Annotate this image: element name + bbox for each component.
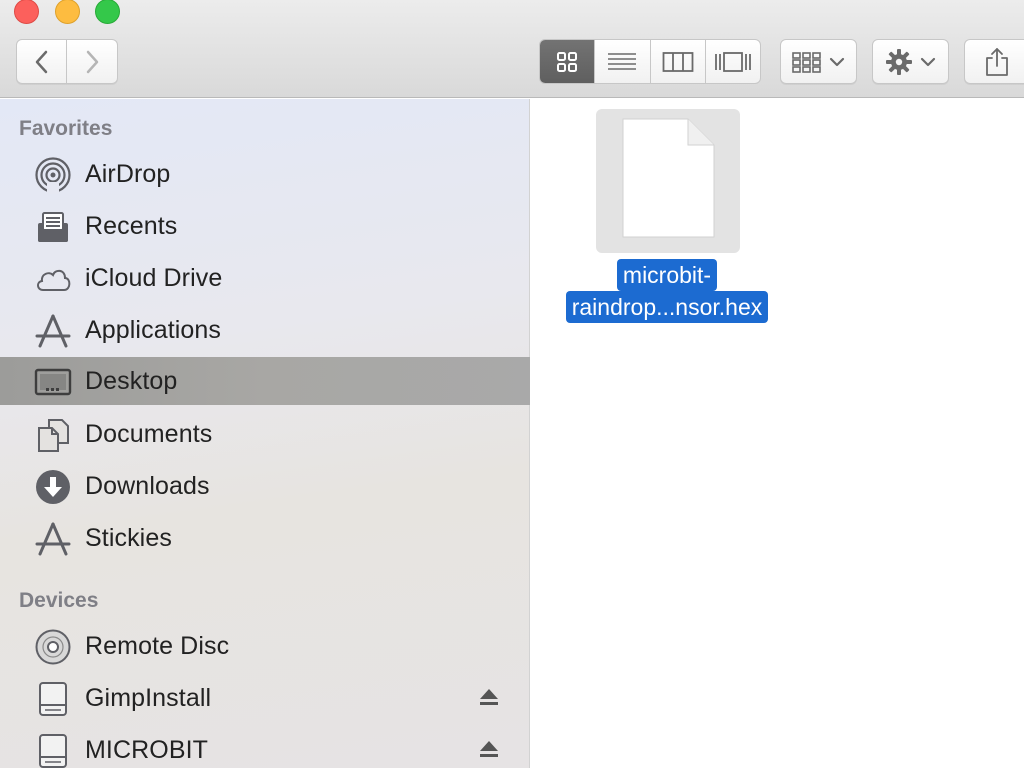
file-browser-content: microbit- raindrop...nsor.hex (531, 99, 1024, 768)
gear-icon (885, 48, 912, 75)
airdrop-icon (34, 157, 72, 194)
column-view-icon (662, 51, 694, 72)
sidebar-item-label: AirDrop (85, 159, 171, 188)
sidebar-item-applications[interactable]: Applications (0, 306, 530, 354)
file-name-label[interactable]: microbit- raindrop...nsor.hex (531, 259, 803, 323)
desktop-icon (34, 365, 72, 399)
icon-view-icon (557, 51, 578, 72)
document-icon (622, 118, 715, 238)
cloud-icon (34, 262, 72, 296)
zoom-window-button[interactable] (95, 0, 120, 24)
sidebar-item-label: Recents (85, 211, 178, 240)
sidebar-item-label: Stickies (85, 523, 172, 552)
sidebar-item-airdrop[interactable]: AirDrop (0, 150, 530, 198)
disc-icon (34, 629, 72, 665)
back-button[interactable] (16, 39, 67, 84)
minimize-window-button[interactable] (55, 0, 80, 24)
sidebar-item-microbit[interactable]: MICROBIT (0, 726, 530, 768)
sidebar-item-label: iCloud Drive (85, 263, 223, 292)
sidebar-item-label: GimpInstall (85, 683, 212, 712)
downloads-icon (34, 470, 72, 504)
sidebar-item-remote-disc[interactable]: Remote Disc (0, 622, 530, 670)
sidebar-item-recents[interactable]: Recents (0, 202, 530, 250)
sidebar-item-icloud-drive[interactable]: iCloud Drive (0, 254, 530, 302)
file-name-line-1: microbit- (616, 259, 718, 291)
eject-icon[interactable] (478, 686, 500, 708)
recents-icon (34, 210, 72, 244)
sidebar-item-label: Downloads (85, 471, 210, 500)
chevron-right-icon (86, 50, 99, 73)
close-window-button[interactable] (14, 0, 39, 24)
sidebar-item-documents[interactable]: Documents (0, 410, 530, 458)
documents-icon (34, 418, 72, 452)
section-header-favorites: Favorites (19, 117, 113, 140)
toolbar (0, 0, 1024, 98)
file-thumbnail[interactable] (596, 109, 740, 253)
drive-icon (34, 734, 72, 768)
share-button[interactable] (964, 39, 1024, 84)
sidebar-item-stickies[interactable]: Stickies (0, 514, 530, 562)
cover-flow-icon (714, 51, 751, 72)
chevron-down-icon (829, 57, 844, 66)
column-view-button[interactable] (651, 40, 706, 83)
sidebar-item-label: Documents (85, 419, 213, 448)
icon-view-button[interactable] (540, 40, 596, 83)
section-header-devices: Devices (19, 589, 99, 612)
file-name-line-2: raindrop...nsor.hex (565, 291, 769, 323)
sidebar-item-desktop[interactable]: Desktop (0, 357, 530, 405)
sidebar-item-downloads[interactable]: Downloads (0, 462, 530, 510)
sidebar-item-label: Remote Disc (85, 631, 230, 660)
cover-flow-button[interactable] (706, 40, 760, 83)
share-icon (985, 47, 1008, 76)
applications-icon (34, 522, 72, 556)
sidebar-item-gimpinstall[interactable]: GimpInstall (0, 674, 530, 722)
sidebar-item-label: Applications (85, 315, 222, 344)
sidebar: Favorites AirDrop Recents iCloud Drive A… (0, 99, 530, 768)
arrange-button[interactable] (780, 39, 857, 84)
eject-icon[interactable] (478, 738, 500, 760)
action-button[interactable] (872, 39, 949, 84)
arrange-grid-icon (791, 51, 821, 73)
drive-icon (34, 682, 72, 716)
forward-button[interactable] (67, 39, 118, 84)
sidebar-item-label: MICROBIT (85, 735, 209, 764)
applications-icon (34, 314, 72, 348)
sidebar-item-label: Desktop (85, 366, 178, 395)
chevron-left-icon (35, 50, 47, 73)
list-view-icon (608, 52, 637, 70)
view-mode-selector (539, 39, 761, 84)
chevron-down-icon (920, 57, 935, 66)
list-view-button[interactable] (595, 40, 651, 83)
